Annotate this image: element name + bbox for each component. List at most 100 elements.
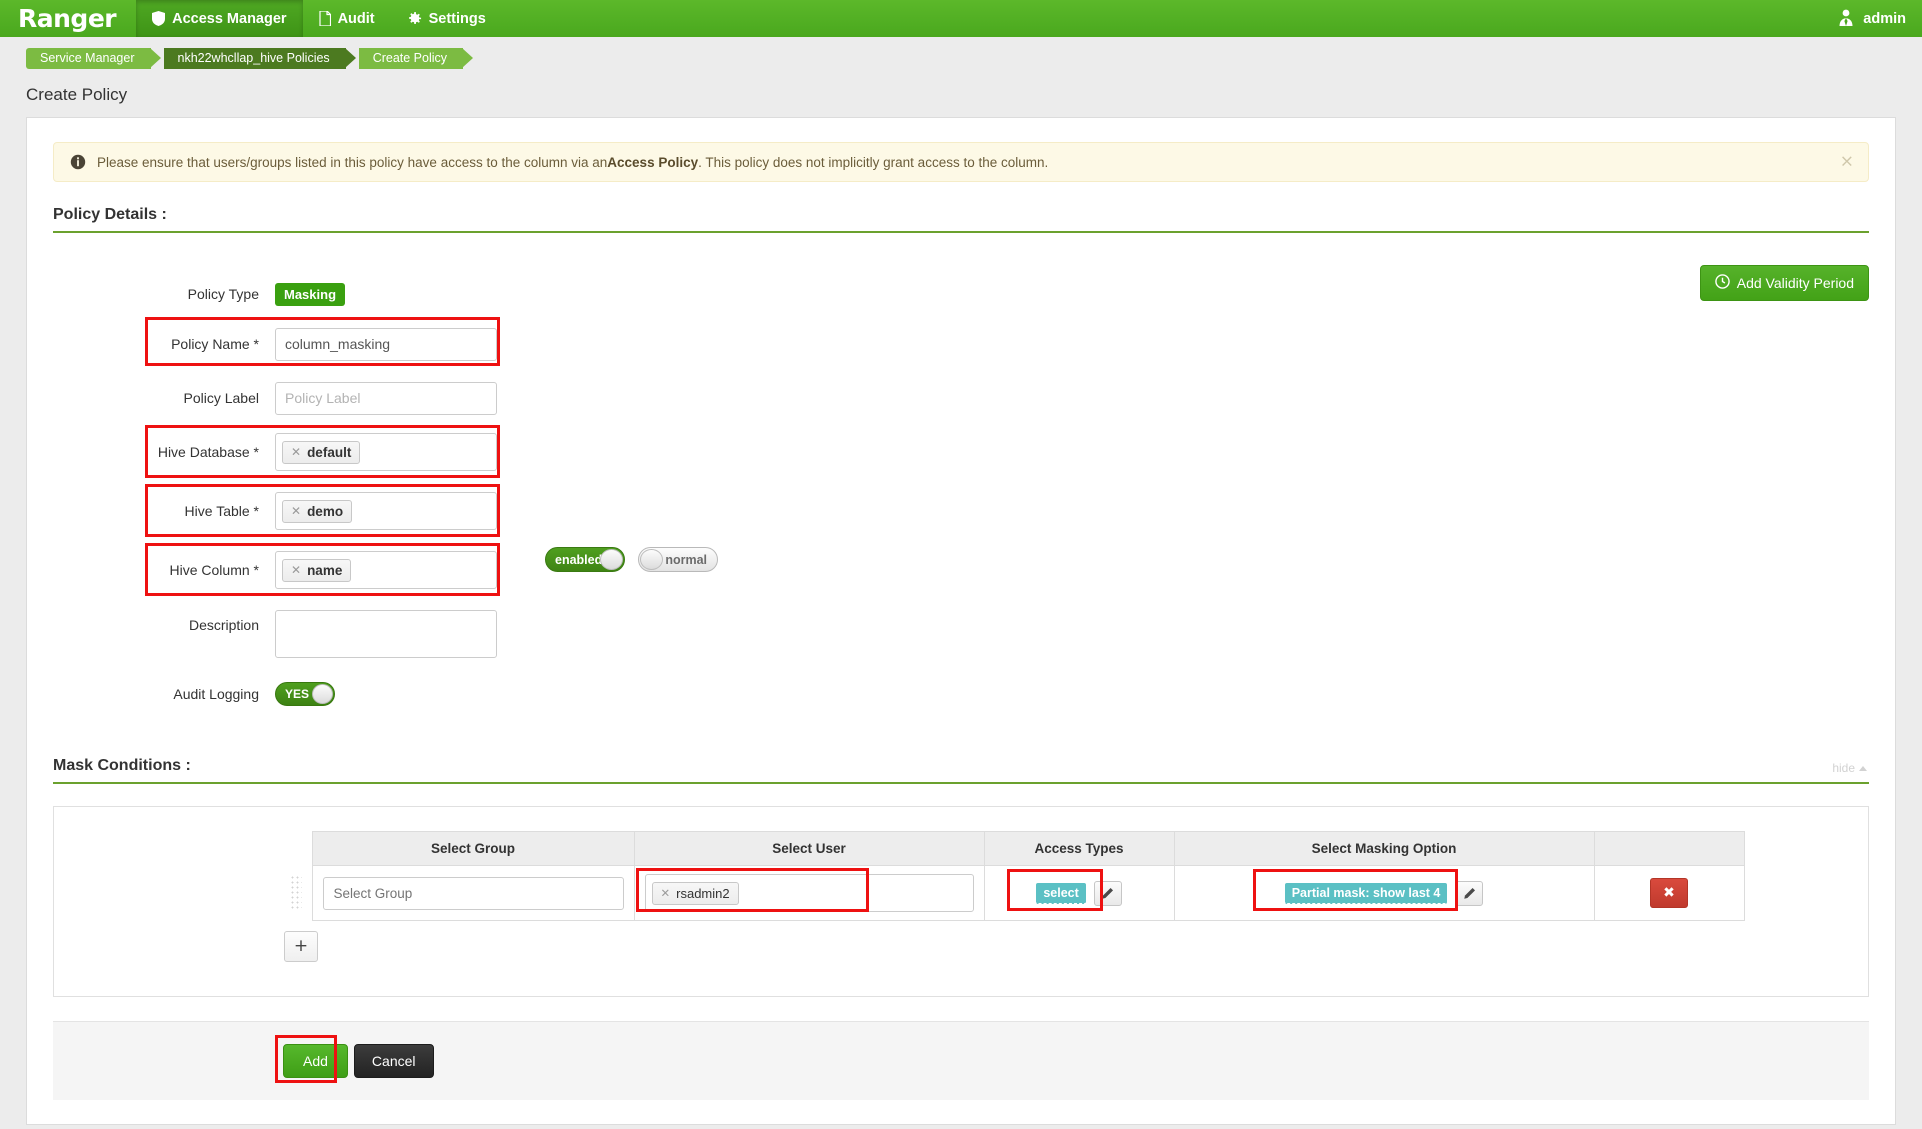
column-header-actions [1593,831,1745,866]
cell-actions: ✖ [1593,865,1745,921]
mask-conditions-section-header: Mask Conditions : hide [53,757,1869,784]
cell-access-types: select [983,865,1175,921]
policy-type-badge: Masking [275,282,346,306]
field-row-policy-type: Policy Type Masking [53,275,1869,313]
token-remove-icon[interactable]: ✕ [291,504,301,518]
token-remove-icon[interactable]: ✕ [291,445,301,459]
caret-up-icon [1859,765,1867,771]
breadcrumb-item-create-policy[interactable]: Create Policy [358,47,474,69]
label-hive-table: Hive Table * [184,503,259,519]
token-hive-column[interactable]: ✕ name [282,558,352,582]
hide-label: hide [1832,761,1855,775]
policy-details-title: Policy Details : [53,206,167,223]
cell-select-group [311,865,635,921]
token-hive-database[interactable]: ✕ default [282,440,361,464]
label-hive-database: Hive Database * [157,444,259,460]
hive-table-tokenbox[interactable]: ✕ demo [275,492,497,530]
label-description: Description [188,617,259,633]
file-icon [318,11,331,26]
column-header-access-types: Access Types [983,831,1175,866]
nav-item-settings[interactable]: Settings [391,0,502,37]
policy-priority-toggle[interactable]: normal [638,547,718,572]
token-hive-table[interactable]: ✕ demo [282,499,353,523]
column-header-select-user: Select User [633,831,985,866]
field-row-audit-logging: Audit Logging YES [53,675,1869,713]
user-icon [1837,8,1855,30]
audit-logging-value: YES [285,687,310,701]
table-header-spacer [284,832,312,866]
cancel-button[interactable]: Cancel [353,1044,434,1078]
add-button[interactable]: Add [283,1044,348,1078]
breadcrumb: Service Manager nkh22whcllap_hive Polici… [0,45,1922,71]
hide-mask-conditions-link[interactable]: hide [1832,761,1867,775]
masking-option-tag[interactable]: Partial mask: show last 4 [1284,882,1448,904]
select-user-tokenbox[interactable]: ✕ rsadmin2 [644,874,974,912]
pencil-icon[interactable] [1093,880,1122,906]
column-header-masking-option: Select Masking Option [1173,831,1595,866]
audit-logging-toggle[interactable]: YES [275,682,335,706]
breadcrumb-item-hive-policies[interactable]: nkh22whcllap_hive Policies [163,47,356,69]
gear-icon [407,11,422,26]
field-row-policy-label: Policy Label [53,379,1869,417]
top-navbar: Ranger Access Manager Audit Settings adm… [0,0,1922,37]
label-audit-logging: Audit Logging [173,686,259,702]
form-actions-bar: Add Cancel [53,1021,1869,1100]
breadcrumb-item-service-manager[interactable]: Service Manager [26,47,160,69]
alert-text-before: Please ensure that users/groups listed i… [97,154,608,170]
cell-masking-option: Partial mask: show last 4 [1173,865,1595,921]
toggle-knob [600,549,623,570]
policy-status-label: enabled [555,552,603,567]
nav-label-audit: Audit [337,10,375,27]
close-icon[interactable]: × [1840,153,1854,171]
hive-database-tokenbox[interactable]: ✕ default [275,433,497,471]
token-label: default [307,444,352,460]
token-remove-icon[interactable]: ✕ [661,886,671,900]
table-header-row: Select Group Select User Access Types Se… [284,831,1745,866]
policy-priority-label: normal [665,552,707,567]
section-divider [53,782,1869,784]
nav-label-settings: Settings [428,10,486,27]
toggle-knob [312,684,333,704]
label-policy-name: Policy Name * [171,336,259,352]
policy-name-input[interactable] [275,327,497,361]
pencil-icon[interactable] [1455,880,1484,906]
add-mask-condition-row-button[interactable]: + [284,931,318,962]
policy-details-section-header: Policy Details : [53,206,1869,233]
select-group-input[interactable] [322,876,624,910]
drag-handle-icon[interactable] [290,874,302,909]
delete-row-button[interactable]: ✖ [1650,878,1688,908]
mask-conditions-panel: Select Group Select User Access Types Se… [53,806,1869,997]
user-menu[interactable]: admin [1837,0,1906,37]
field-row-hive-database: Hive Database * ✕ default [53,425,1869,478]
toggle-knob [640,549,663,570]
row-drag-cell [284,866,312,921]
token-label: demo [307,503,344,519]
cell-select-user: ✕ rsadmin2 [633,865,985,921]
shield-icon [152,11,166,26]
token-remove-icon[interactable]: ✕ [291,563,301,577]
field-row-hive-table: Hive Table * ✕ demo [53,484,1869,537]
column-header-select-group: Select Group [311,831,635,866]
table-row: ✕ rsadmin2 select Par [284,865,1745,921]
app-brand[interactable]: Ranger [0,0,136,37]
policy-label-input[interactable] [275,381,497,415]
hive-column-tokenbox[interactable]: ✕ name [275,551,497,589]
label-policy-type: Policy Type [187,286,259,302]
nav-item-access-manager[interactable]: Access Manager [136,0,303,37]
page-title: Create Policy [26,85,128,104]
field-row-hive-column: Hive Column * ✕ name [53,543,1869,596]
create-policy-card: Please ensure that users/groups listed i… [26,117,1896,1125]
alert-emphasis: Access Policy [607,154,699,170]
mask-conditions-title: Mask Conditions : [53,757,191,774]
user-name: admin [1863,10,1906,27]
token-label: rsadmin2 [676,885,730,901]
policy-status-toggle[interactable]: enabled [545,547,625,572]
label-hive-column: Hive Column * [169,562,259,578]
token-user[interactable]: ✕ rsadmin2 [651,881,739,905]
info-icon [70,154,86,170]
access-type-tag[interactable]: select [1036,882,1086,904]
nav-label-access-manager: Access Manager [172,10,287,27]
nav-item-audit[interactable]: Audit [303,0,391,37]
policy-details-form: Add Validity Period Policy Type Masking … [53,257,1869,713]
description-textarea[interactable] [275,610,497,658]
